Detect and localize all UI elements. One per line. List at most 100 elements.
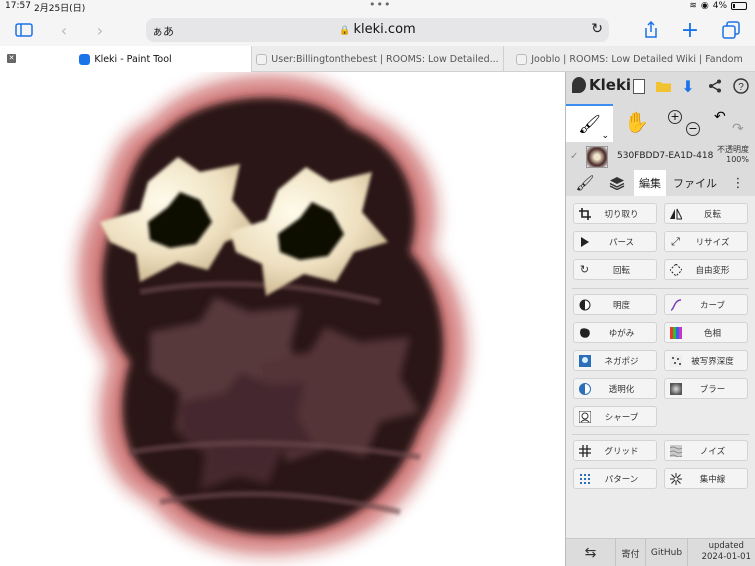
layer-row[interactable]: ✓ 530FBDD7-EA1D-418C 不透明度 100%: [566, 144, 755, 170]
battery-icon: [731, 2, 747, 10]
svg-text:?: ?: [738, 82, 744, 93]
invert-button[interactable]: ネガポジ: [573, 350, 657, 371]
tab-kleki[interactable]: ✕ Kleki - Paint Tool: [0, 46, 251, 72]
noise-label: ノイズ: [699, 446, 726, 457]
curves-label: カーブ: [700, 300, 725, 311]
transform-button[interactable]: 自由変形: [664, 259, 748, 280]
logo-text: Kleki: [589, 76, 632, 94]
wifi-icon: ≋: [689, 1, 697, 11]
opacity-label: 不透明度: [717, 145, 749, 154]
new-image-icon[interactable]: [630, 77, 648, 95]
brush-icon: 🖌: [578, 113, 601, 135]
undo-icon[interactable]: ↶: [714, 109, 726, 125]
panel-footer: ⇆ 寄付 GitHub updated 2024-01-01: [566, 538, 755, 566]
perspective-icon: [578, 235, 591, 248]
to-alpha-label: 透明化: [608, 384, 635, 395]
reload-icon[interactable]: ↻: [591, 21, 603, 37]
share-icon[interactable]: [640, 20, 662, 40]
tab-label: User:Billingtonthebest | ROOMS: Low Deta…: [271, 53, 499, 65]
sidebar-toggle-icon[interactable]: [13, 20, 35, 40]
browser-window: 17:57 2月25日(日) ••• ≋ ◉ 4% ‹ › ぁあ 🔒 kleki.…: [0, 0, 755, 566]
tab-file[interactable]: ファイル: [669, 170, 721, 196]
status-bar: 17:57 2月25日(日) ••• ≋ ◉ 4%: [0, 0, 755, 14]
curves-button[interactable]: カーブ: [664, 294, 748, 315]
distort-button[interactable]: ゆがみ: [573, 322, 657, 343]
address-text[interactable]: 🔒 kleki.com: [146, 22, 609, 37]
hand-tool-icon[interactable]: ✋: [624, 110, 649, 134]
tilt-shift-label: 被写界深度: [691, 356, 734, 367]
tab-strip: ✕ Kleki - Paint Tool User:Billingtontheb…: [0, 46, 755, 72]
resize-button[interactable]: ⤢ リサイズ: [664, 231, 748, 252]
forward-icon[interactable]: ›: [89, 20, 111, 40]
kleki-favicon-icon: [79, 53, 91, 65]
crop-icon: [578, 207, 591, 220]
tab-jooblo[interactable]: Jooblo | ROOMS: Low Detailed Wiki | Fand…: [503, 46, 755, 72]
address-bar[interactable]: ぁあ 🔒 kleki.com ↻: [146, 18, 609, 42]
download-icon[interactable]: ⬇: [679, 77, 697, 96]
hue-icon: [669, 326, 682, 339]
hue-label: 色相: [703, 328, 721, 339]
new-tab-icon[interactable]: +: [679, 18, 701, 43]
resize-icon: ⤢: [671, 234, 680, 248]
vanish-point-icon: [669, 472, 682, 485]
tab-brush-icon[interactable]: 🖌: [570, 170, 600, 196]
redo-icon[interactable]: ↷: [732, 121, 744, 137]
close-tab-icon[interactable]: ✕: [7, 54, 16, 63]
flip-button[interactable]: 反転: [664, 203, 748, 224]
back-icon[interactable]: ‹: [53, 20, 75, 40]
layer-opacity: 不透明度 100%: [717, 145, 749, 165]
artwork-image: [78, 75, 466, 555]
pattern-icon: [578, 472, 591, 485]
swap-side-icon[interactable]: ⇆: [566, 539, 616, 566]
vanish-point-button[interactable]: 集中線: [664, 468, 748, 489]
blur-icon: [669, 382, 682, 395]
multitasking-dots-icon[interactable]: •••: [369, 0, 391, 11]
tab-label: Jooblo | ROOMS: Low Detailed Wiki | Fand…: [531, 53, 743, 65]
tab-label: Kleki - Paint Tool: [94, 53, 172, 65]
chevron-down-icon[interactable]: ⌄: [601, 131, 609, 141]
divider: [572, 288, 749, 289]
rotate-button[interactable]: ↻ 回転: [573, 259, 657, 280]
zoom-in-icon[interactable]: +: [668, 110, 682, 124]
url-label: kleki.com: [353, 22, 416, 37]
grid-button[interactable]: グリッド: [573, 440, 657, 461]
curves-icon: [669, 298, 682, 311]
updated-info[interactable]: updated 2024-01-01: [702, 541, 751, 563]
donate-link[interactable]: 寄付: [616, 539, 646, 566]
more-menu-icon[interactable]: ⋮: [729, 170, 747, 196]
tool-row: 🖌 ⌄ ✋ + − ↶ ↷: [566, 104, 755, 142]
tilt-shift-button[interactable]: 被写界深度: [664, 350, 748, 371]
github-link[interactable]: GitHub: [646, 539, 688, 566]
sharpen-button[interactable]: シャープ: [573, 406, 657, 427]
status-date: 2月25日(日): [34, 4, 86, 14]
brush-tool-button[interactable]: 🖌 ⌄: [566, 104, 613, 142]
grid-icon: [578, 444, 591, 457]
noise-button[interactable]: ノイズ: [664, 440, 748, 461]
crop-button[interactable]: 切り取り: [573, 203, 657, 224]
sharpen-label: シャープ: [604, 412, 639, 423]
drawing-canvas[interactable]: [0, 72, 566, 566]
tab-edit[interactable]: 編集: [634, 170, 666, 196]
panel-tabs: 🖌 編集 ファイル ⋮: [566, 170, 755, 196]
share-icon[interactable]: [706, 77, 724, 95]
to-alpha-icon: [578, 382, 591, 395]
tab-overview-icon[interactable]: [720, 20, 742, 40]
pattern-button[interactable]: パターン: [573, 468, 657, 489]
tilt-shift-icon: [669, 354, 682, 367]
tab-user-page[interactable]: User:Billingtonthebest | ROOMS: Low Deta…: [251, 46, 503, 72]
help-icon[interactable]: ?: [732, 77, 750, 95]
tab-layers-icon[interactable]: [602, 170, 632, 196]
layer-visible-checkbox[interactable]: ✓: [570, 151, 578, 162]
brightness-button[interactable]: 明度: [573, 294, 657, 315]
perspective-button[interactable]: パース: [573, 231, 657, 252]
open-folder-icon[interactable]: [654, 77, 672, 95]
to-alpha-button[interactable]: 透明化: [573, 378, 657, 399]
kleki-side-panel: Kleki ⬇ ? 🖌 ⌄ ✋ + − ↶ ↷ ✓ 530FBDD7-EA1D-…: [566, 72, 755, 566]
kleki-logo[interactable]: Kleki: [572, 76, 631, 94]
blur-button[interactable]: ブラー: [664, 378, 748, 399]
status-time: 17:57: [5, 1, 31, 11]
zoom-out-icon[interactable]: −: [686, 122, 700, 136]
hue-button[interactable]: 色相: [664, 322, 748, 343]
distort-label: ゆがみ: [608, 328, 635, 339]
rotate-icon: ↻: [579, 263, 590, 276]
